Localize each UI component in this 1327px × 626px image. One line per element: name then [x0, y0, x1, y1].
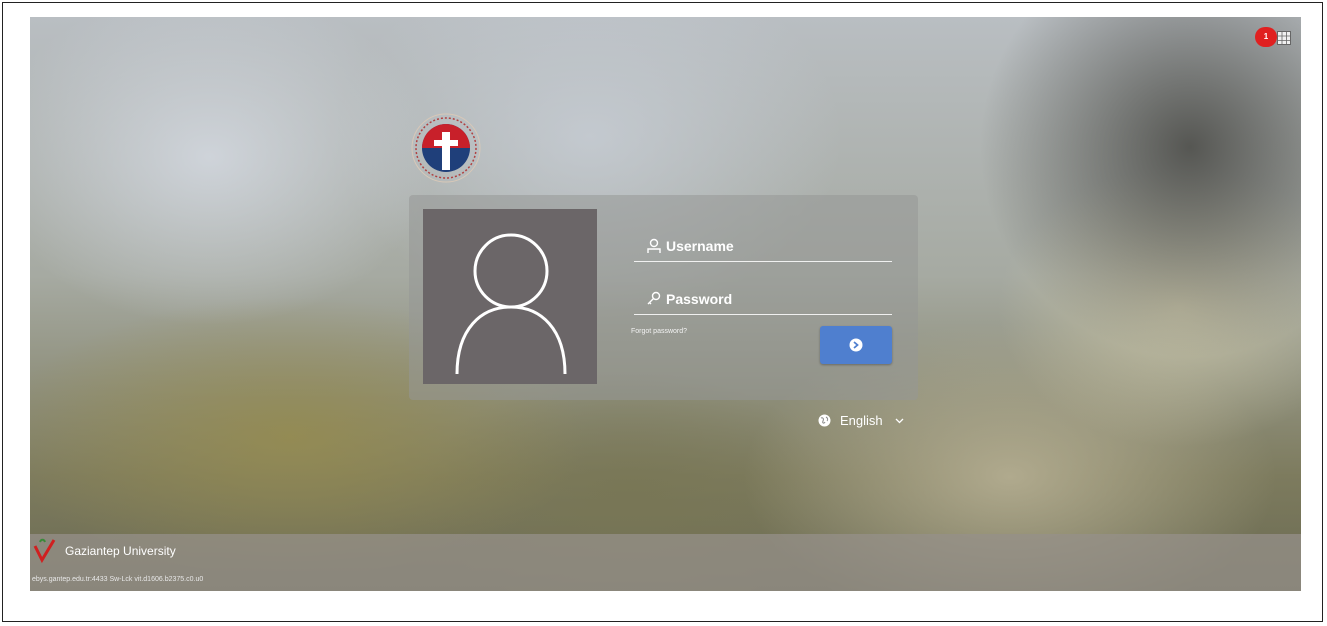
footer-bar: Gaziantep University ebys.gantep.edu.tr:…: [30, 534, 1301, 591]
password-field[interactable]: [634, 284, 892, 315]
key-icon: [647, 291, 661, 305]
university-name: Gaziantep University: [65, 544, 176, 558]
university-logo: [411, 113, 481, 183]
login-screen: Forgot password? English 1: [30, 17, 1301, 591]
screenshot-frame: Forgot password? English 1: [2, 2, 1323, 622]
user-silhouette-icon: [455, 233, 567, 375]
yok-logo: [33, 538, 56, 564]
login-panel: Forgot password?: [409, 195, 918, 400]
login-button[interactable]: [820, 326, 892, 364]
username-input[interactable]: [664, 234, 888, 258]
chevron-down-icon: [895, 418, 904, 423]
notification-badge[interactable]: 1: [1255, 27, 1277, 47]
calendar-grid-icon[interactable]: [1277, 31, 1291, 45]
status-url: ebys.gantep.edu.tr:4433 Sw-Lck vit.d1606…: [32, 576, 204, 583]
arrow-right-circle-icon: [849, 338, 863, 352]
notification-area[interactable]: 1: [1255, 27, 1295, 49]
globe-icon: [818, 414, 831, 426]
user-icon: [647, 238, 661, 253]
language-selector[interactable]: English: [818, 410, 904, 430]
password-input[interactable]: [664, 287, 888, 311]
username-field[interactable]: [634, 231, 892, 262]
forgot-password-link[interactable]: Forgot password?: [631, 328, 687, 335]
avatar: [423, 209, 597, 384]
language-label: English: [840, 412, 883, 428]
